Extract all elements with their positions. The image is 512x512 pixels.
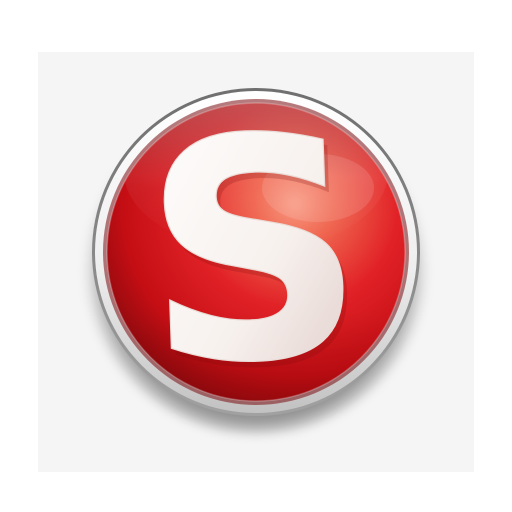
s-logo-icon[interactable]: S S [0,0,512,512]
app-icon-canvas: S S [0,0,512,512]
